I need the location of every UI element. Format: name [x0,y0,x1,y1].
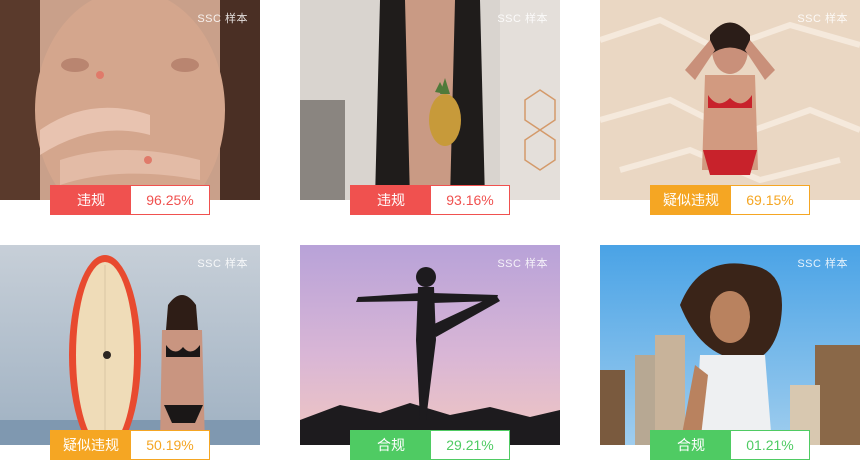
moderation-badge: 疑似违规 69.15% [650,185,810,215]
watermark-text: SSC 样本 [197,258,248,270]
confidence-score: 93.16% [446,192,494,208]
watermark-text: SSC 样本 [497,258,548,270]
result-card[interactable]: SSC 样本 疑似违规 69.15% [600,0,860,215]
sample-image [600,245,860,445]
confidence-score: 50.19% [146,437,194,453]
sample-image [0,0,260,200]
sample-image [0,245,260,445]
status-label: 疑似违规 [51,431,131,459]
result-card[interactable]: SSC 样本 违规 93.16% [300,0,560,215]
result-card[interactable]: SSC 样本 合规 29.21% [300,245,560,460]
watermark-text: SSC 样本 [497,13,548,25]
result-card[interactable]: SSC 样本 疑似违规 50.19% [0,245,260,460]
result-card[interactable]: SSC 样本 违规 96.25% [0,0,260,215]
moderation-badge: 合规 29.21% [350,430,510,460]
moderation-badge: 违规 93.16% [350,185,510,215]
confidence-score: 29.21% [446,437,494,453]
confidence-score: 96.25% [146,192,194,208]
sample-image [300,0,560,200]
status-label: 疑似违规 [651,186,731,214]
moderation-badge: 疑似违规 50.19% [50,430,210,460]
status-label: 违规 [351,186,431,214]
confidence-score: 69.15% [746,192,794,208]
watermark-text: SSC 样本 [797,13,848,25]
watermark-text: SSC 样本 [797,258,848,270]
status-label: 合规 [651,431,731,459]
moderation-badge: 违规 96.25% [50,185,210,215]
sample-image [300,245,560,445]
watermark-text: SSC 样本 [197,13,248,25]
moderation-badge: 合规 01.21% [650,430,810,460]
status-label: 合规 [351,431,431,459]
status-label: 违规 [51,186,131,214]
result-card[interactable]: SSC 样本 合规 01.21% [600,245,860,460]
sample-image [600,0,860,200]
confidence-score: 01.21% [746,437,794,453]
